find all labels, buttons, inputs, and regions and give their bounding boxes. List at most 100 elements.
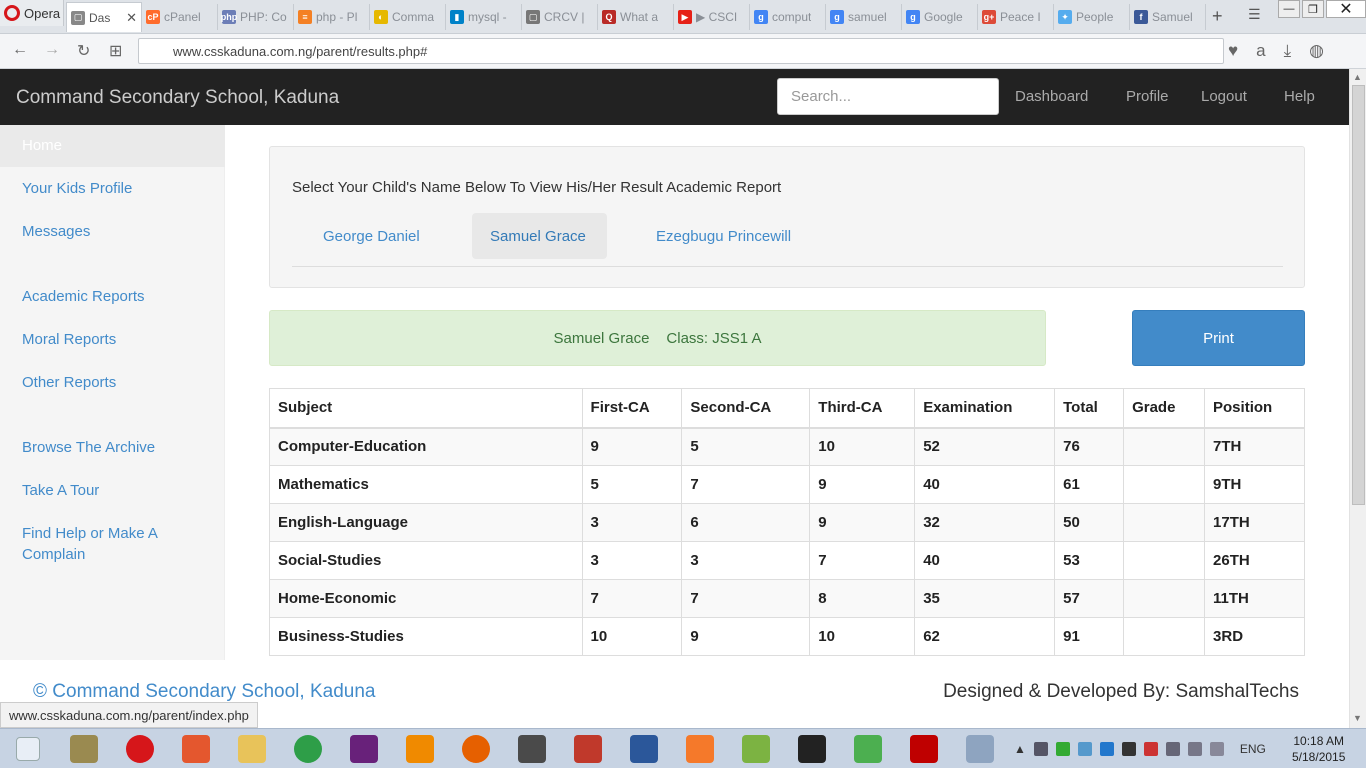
nav-profile-link[interactable]: Profile bbox=[1126, 88, 1169, 105]
chrome-icon[interactable] bbox=[280, 731, 336, 767]
explorer-icon[interactable] bbox=[224, 731, 280, 767]
window-close-icon[interactable]: ✕ bbox=[1326, 0, 1366, 18]
vlc-icon[interactable] bbox=[392, 731, 448, 767]
globe-icon[interactable]: ◍ bbox=[1309, 41, 1324, 61]
search-input[interactable] bbox=[777, 78, 999, 115]
opera-icon[interactable] bbox=[112, 731, 168, 767]
sidebar-item-archive[interactable]: Browse The Archive bbox=[22, 437, 212, 458]
sidebar-item-moral-reports[interactable]: Moral Reports bbox=[22, 329, 212, 350]
tray-volume-icon[interactable] bbox=[1187, 742, 1202, 756]
tray-power-icon[interactable] bbox=[1209, 742, 1224, 756]
maximize-icon[interactable]: ❐ bbox=[1302, 0, 1324, 18]
tray-app-icon[interactable] bbox=[1033, 742, 1048, 756]
monitor-icon[interactable] bbox=[952, 731, 1008, 767]
browser-tab[interactable]: ▢ Das ✕ bbox=[66, 2, 142, 32]
minimize-icon[interactable]: — bbox=[1278, 0, 1300, 18]
sidebar-item-tour[interactable]: Take A Tour bbox=[22, 480, 212, 501]
sidebar-item-kids-profile[interactable]: Your Kids Profile bbox=[22, 178, 212, 199]
print-button[interactable]: Print bbox=[1132, 310, 1305, 366]
tray-bluetooth-icon[interactable] bbox=[1099, 742, 1114, 756]
table-cell: 5 bbox=[581, 465, 683, 504]
unity-icon[interactable] bbox=[784, 731, 840, 767]
tray-network-icon[interactable] bbox=[1165, 742, 1180, 756]
forward-icon[interactable]: → bbox=[44, 41, 60, 59]
browser-tab[interactable]: g comput bbox=[750, 4, 826, 30]
scroll-up-icon[interactable]: ▲ bbox=[1353, 72, 1362, 82]
taskbar-clock[interactable]: 10:18 AM 5/18/2015 bbox=[1292, 733, 1345, 765]
speed-dial-icon[interactable]: ⊞ bbox=[109, 41, 122, 61]
amazon-icon[interactable]: a bbox=[1256, 41, 1265, 61]
tray-h-icon[interactable] bbox=[1055, 742, 1070, 756]
browser-tab[interactable]: ◐ Comma bbox=[370, 4, 446, 30]
table-row: Computer-Education 9 5 10 52 76 7TH bbox=[269, 427, 1305, 466]
tab-label: What a bbox=[620, 10, 659, 24]
nav-logout-link[interactable]: Logout bbox=[1201, 88, 1247, 105]
browser-tab[interactable]: ≡ php - Pl bbox=[294, 4, 370, 30]
download-icon[interactable]: ⤓ bbox=[1284, 41, 1292, 61]
browser-tab[interactable]: cP cPanel bbox=[142, 4, 218, 30]
start-icon[interactable] bbox=[0, 731, 56, 767]
browser-tab[interactable]: php PHP: Co bbox=[218, 4, 294, 30]
nav-help-link[interactable]: Help bbox=[1284, 88, 1315, 105]
word-icon[interactable] bbox=[616, 731, 672, 767]
browser-tab[interactable]: g samuel bbox=[826, 4, 902, 30]
table-cell: 9 bbox=[681, 617, 811, 656]
firefox-icon[interactable] bbox=[448, 731, 504, 767]
tray-dropbox-icon[interactable] bbox=[1121, 742, 1136, 756]
browser-tab[interactable]: ▮ mysql - bbox=[446, 4, 522, 30]
sidebar-item-messages[interactable]: Messages bbox=[22, 221, 212, 242]
back-icon[interactable]: ← bbox=[12, 41, 28, 59]
blender-icon[interactable] bbox=[672, 731, 728, 767]
sidebar-item-other-reports[interactable]: Other Reports bbox=[22, 372, 212, 393]
sidebar-item-help[interactable]: Find Help or Make A Complain bbox=[22, 523, 182, 565]
child-tab-ezegbugu-princewill[interactable]: Ezegbugu Princewill bbox=[638, 213, 809, 259]
language-indicator[interactable]: ENG bbox=[1240, 742, 1266, 756]
tray-expand-icon[interactable]: ▲ bbox=[1014, 742, 1026, 756]
browser-tab[interactable]: Q What a bbox=[598, 4, 674, 30]
apps-icon[interactable] bbox=[168, 731, 224, 767]
child-tab-george-daniel[interactable]: George Daniel bbox=[305, 213, 438, 259]
table-cell: 40 bbox=[914, 541, 1056, 580]
column-header: First-CA bbox=[581, 388, 683, 429]
tools-icon[interactable] bbox=[56, 731, 112, 767]
browser-tab[interactable]: ▶ ▶ CSCI bbox=[674, 4, 750, 30]
table-header-row: Subject First-CA Second-CA Third-CA Examinat… bbox=[269, 388, 1305, 429]
scroll-down-icon[interactable]: ▼ bbox=[1353, 713, 1362, 723]
table-cell: 53 bbox=[1054, 541, 1125, 580]
tray-flag-icon[interactable] bbox=[1143, 742, 1158, 756]
snipping-icon[interactable] bbox=[560, 731, 616, 767]
media-icon[interactable] bbox=[840, 731, 896, 767]
scroll-thumb[interactable] bbox=[1352, 85, 1365, 505]
sublime-icon[interactable] bbox=[504, 731, 560, 767]
browser-tab[interactable]: ✦ People bbox=[1054, 4, 1130, 30]
tab-favicon-icon: f bbox=[1134, 10, 1148, 24]
visual-studio-icon[interactable] bbox=[336, 731, 392, 767]
reload-icon[interactable]: ↻ bbox=[77, 41, 90, 61]
browser-tab[interactable]: ▢ CRCV | bbox=[522, 4, 598, 30]
table-cell bbox=[1123, 579, 1206, 618]
url-input[interactable]: www.csskaduna.com.ng/parent/results.php# bbox=[138, 38, 1224, 64]
taskbar-icon-glyph bbox=[742, 735, 770, 763]
nav-dashboard-link[interactable]: Dashboard bbox=[1015, 88, 1088, 105]
opera-menu-button[interactable]: Opera bbox=[0, 0, 64, 26]
filezilla-icon[interactable] bbox=[896, 731, 952, 767]
browser-tab[interactable]: g+ Peace I bbox=[978, 4, 1054, 30]
table-cell: 62 bbox=[914, 617, 1056, 656]
tab-menu-icon[interactable]: ☰ bbox=[1248, 6, 1261, 23]
table-cell: 57 bbox=[1054, 579, 1125, 618]
site-brand[interactable]: Command Secondary School, Kaduna bbox=[16, 87, 339, 109]
tray-monitor-icon[interactable] bbox=[1077, 742, 1092, 756]
sidebar-item-academic-reports[interactable]: Academic Reports bbox=[22, 286, 212, 307]
heart-icon[interactable]: ♥ bbox=[1228, 41, 1238, 61]
child-tab-samuel-grace[interactable]: Samuel Grace bbox=[472, 213, 607, 259]
footer-copyright[interactable]: © Command Secondary School, Kaduna bbox=[33, 681, 375, 703]
new-tab-icon[interactable]: + bbox=[1212, 6, 1223, 27]
tab-close-icon[interactable]: ✕ bbox=[126, 10, 137, 26]
browser-tab[interactable]: g Google bbox=[902, 4, 978, 30]
office-icon[interactable] bbox=[728, 731, 784, 767]
page-scrollbar[interactable]: ▲ ▼ bbox=[1349, 69, 1366, 728]
sidebar-item-home[interactable]: Home bbox=[0, 125, 225, 167]
table-cell: Home-Economic bbox=[269, 579, 583, 618]
site-navbar: Command Secondary School, Kaduna Dashboa… bbox=[0, 69, 1349, 125]
browser-tab[interactable]: f Samuel bbox=[1130, 4, 1206, 30]
